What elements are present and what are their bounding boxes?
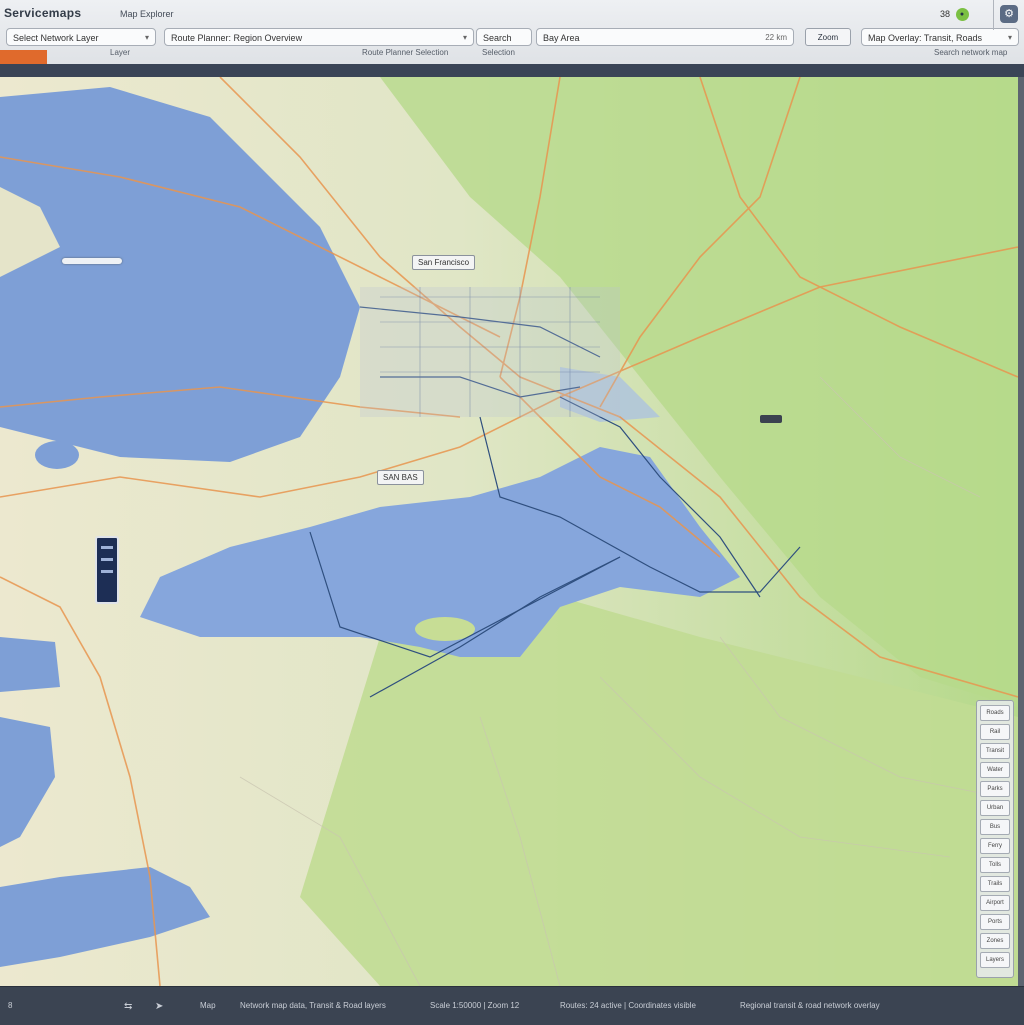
search-hint: Selection — [482, 48, 515, 57]
search-label: Search — [483, 33, 512, 43]
toolbar-strip — [0, 64, 1024, 77]
airplane-marker[interactable] — [62, 258, 122, 264]
status-indicator: ● — [955, 8, 969, 21]
layer-select[interactable]: Select Network Layer ▾ — [6, 28, 156, 46]
city-label: San Francisco — [412, 255, 476, 270]
status-item: Map — [200, 1001, 216, 1010]
top-toolbar: Servicemaps Map Explorer Select Network … — [0, 0, 1024, 65]
route-planner-value: Route Planner: Region Overview — [171, 33, 303, 43]
legend-item[interactable]: Water — [980, 762, 1010, 778]
distance-readout: 22 km — [765, 33, 787, 42]
legend-item[interactable]: Ferry — [980, 838, 1010, 854]
map-canvas[interactable]: San Francisco SAN BAS — [0, 77, 1018, 986]
zoom-button[interactable]: Zoom — [805, 28, 851, 46]
app-subtitle: Map Explorer — [120, 9, 174, 19]
layer-select-value: Select Network Layer — [13, 33, 99, 43]
zoom-label: Zoom — [817, 33, 839, 42]
legend-item[interactable]: Tolls — [980, 857, 1010, 873]
legend-item[interactable]: Trails — [980, 876, 1010, 892]
status-item: Scale 1:50000 | Zoom 12 — [430, 1001, 520, 1010]
status-item: Routes: 24 active | Coordinates visible — [560, 1001, 696, 1010]
toolbar-divider — [993, 0, 994, 30]
zoom-in-icon[interactable] — [101, 546, 113, 549]
zoom-out-icon[interactable] — [101, 570, 113, 573]
overlay-hint: Search network map — [934, 48, 1008, 57]
legend-item[interactable]: Urban — [980, 800, 1010, 816]
settings-icon[interactable]: ⚙ — [1000, 5, 1018, 23]
junction-label: SAN BAS — [377, 470, 424, 485]
vehicle-marker[interactable] — [760, 415, 782, 423]
legend-item[interactable]: Bus — [980, 819, 1010, 835]
urban-core — [360, 287, 620, 417]
legend-item[interactable]: Airport — [980, 895, 1010, 911]
legend-panel: Roads Rail Transit Water Parks Urban Bus… — [976, 700, 1014, 978]
legend-item[interactable]: Parks — [980, 781, 1010, 797]
search-button[interactable]: Search — [476, 28, 532, 46]
status-bar: 8 ⇆ ➤ Map Network map data, Transit & Ro… — [0, 986, 1024, 1025]
legend-item[interactable]: Zones — [980, 933, 1010, 949]
legend-item[interactable]: Transit — [980, 743, 1010, 759]
map-graphic — [0, 77, 1018, 986]
status-item: Network map data, Transit & Road layers — [240, 1001, 386, 1010]
share-icon[interactable]: ➤ — [155, 1001, 163, 1012]
layer-hint: Layer — [110, 48, 131, 57]
status-item: Regional transit & road network overlay — [740, 1001, 880, 1010]
legend-item[interactable]: Layers — [980, 952, 1010, 968]
dropdown-arrow-icon: ▾ — [1007, 33, 1012, 42]
vertical-scrollbar[interactable] — [1018, 77, 1024, 986]
status-count: 38 — [940, 8, 951, 19]
dropdown-arrow-icon: ▾ — [462, 33, 467, 42]
legend-item[interactable]: Ports — [980, 914, 1010, 930]
overlay-select[interactable]: Map Overlay: Transit, Roads ▾ — [861, 28, 1019, 46]
legend-item[interactable]: Rail — [980, 724, 1010, 740]
legend-item[interactable]: Roads — [980, 705, 1010, 721]
zoom-level-icon — [101, 558, 113, 561]
overlay-value: Map Overlay: Transit, Roads — [868, 33, 983, 43]
route-planner-select[interactable]: Route Planner: Region Overview ▾ — [164, 28, 474, 46]
route-planner-hint: Route Planner Selection — [362, 48, 449, 57]
coastal-water — [0, 637, 60, 692]
nav-arrow-icon[interactable]: ⇆ — [124, 1001, 132, 1012]
map-zoom-control[interactable] — [95, 536, 119, 604]
page-number: 8 — [8, 1001, 13, 1010]
status-area: 38 ● — [940, 8, 969, 21]
lake — [35, 441, 79, 469]
dropdown-arrow-icon: ▾ — [144, 33, 149, 42]
app-title: Servicemaps — [4, 6, 82, 20]
location-value: Bay Area — [543, 33, 580, 43]
location-input[interactable]: Bay Area 22 km — [536, 28, 794, 46]
